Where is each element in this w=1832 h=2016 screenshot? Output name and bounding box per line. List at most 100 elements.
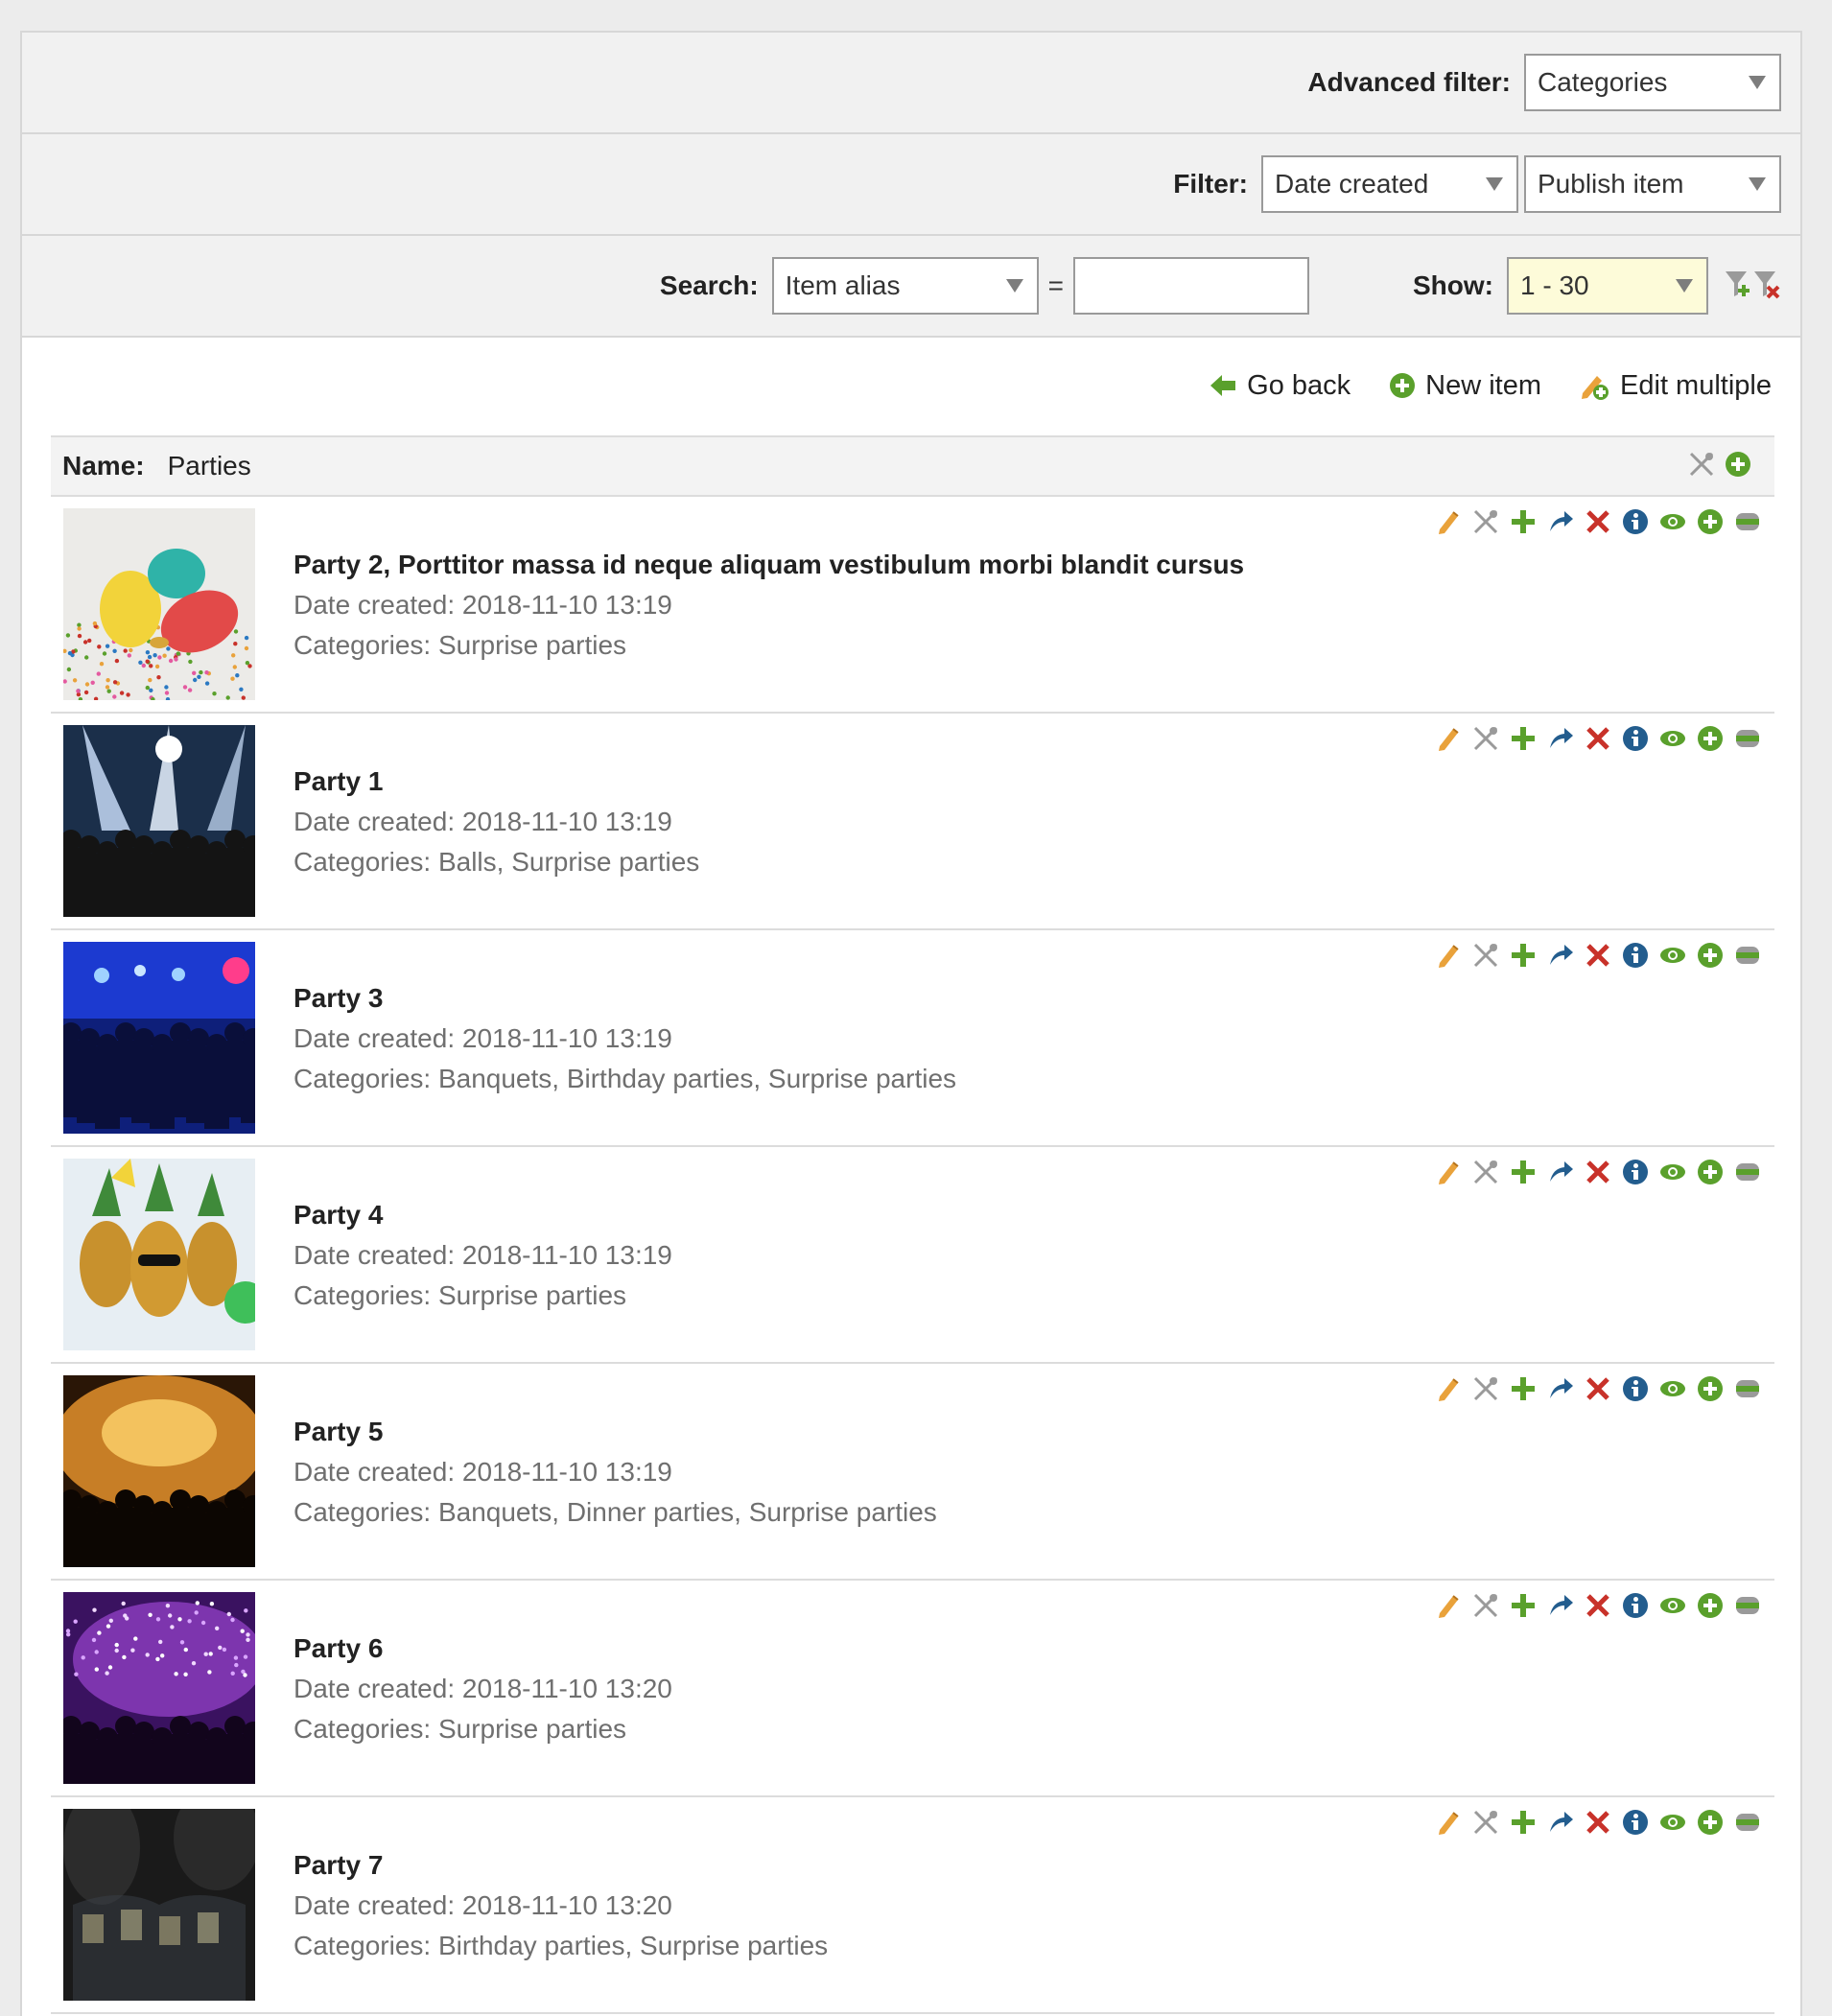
info-icon[interactable]	[1622, 725, 1649, 752]
eye-icon[interactable]	[1659, 1592, 1686, 1619]
info-icon[interactable]	[1622, 1159, 1649, 1185]
edit-multiple-button[interactable]: Edit multiple	[1580, 370, 1772, 402]
move-arrow-icon[interactable]	[1547, 1159, 1574, 1185]
minus-bar-icon[interactable]	[1734, 942, 1761, 969]
search-input[interactable]	[1073, 257, 1309, 315]
show-range-select[interactable]: 1 - 30	[1507, 257, 1708, 315]
delete-icon[interactable]	[1585, 1809, 1611, 1836]
add-filter-icon[interactable]	[1724, 270, 1752, 302]
add-circle-icon[interactable]	[1697, 1159, 1724, 1185]
item-thumbnail[interactable]	[63, 1592, 255, 1784]
minus-bar-icon[interactable]	[1734, 508, 1761, 535]
move-arrow-icon[interactable]	[1547, 942, 1574, 969]
thumbnail-image	[63, 725, 255, 917]
tools-icon[interactable]	[1472, 942, 1499, 969]
tools-icon[interactable]	[1472, 508, 1499, 535]
new-item-button[interactable]: New item	[1389, 370, 1541, 402]
tools-icon[interactable]	[1472, 1592, 1499, 1619]
item-title[interactable]: Party 1	[294, 762, 699, 802]
list-item[interactable]: Party 4 Date created: 2018-11-10 13:19 C…	[51, 1147, 1774, 1364]
add-circle-icon[interactable]	[1697, 508, 1724, 535]
item-thumbnail[interactable]	[63, 942, 255, 1134]
minus-bar-icon[interactable]	[1734, 1375, 1761, 1402]
plus-icon[interactable]	[1510, 1592, 1537, 1619]
search-field-select[interactable]: Item alias	[771, 257, 1039, 315]
filter-select-date[interactable]: Date created	[1261, 155, 1518, 213]
tools-icon[interactable]	[1472, 1375, 1499, 1402]
filter-actions	[1724, 270, 1781, 302]
info-icon[interactable]	[1622, 1809, 1649, 1836]
pencil-icon[interactable]	[1435, 942, 1462, 969]
eye-icon[interactable]	[1659, 508, 1686, 535]
plus-icon[interactable]	[1510, 1809, 1537, 1836]
move-arrow-icon[interactable]	[1547, 725, 1574, 752]
add-circle-icon[interactable]	[1697, 942, 1724, 969]
tools-icon[interactable]	[1472, 1159, 1499, 1185]
plus-icon[interactable]	[1510, 1375, 1537, 1402]
item-thumbnail[interactable]	[63, 508, 255, 700]
minus-bar-icon[interactable]	[1734, 1592, 1761, 1619]
info-icon[interactable]	[1622, 942, 1649, 969]
item-thumbnail[interactable]	[63, 1159, 255, 1350]
move-arrow-icon[interactable]	[1547, 508, 1574, 535]
tools-icon[interactable]	[1472, 1809, 1499, 1836]
eye-icon[interactable]	[1659, 725, 1686, 752]
item-info: Party 6 Date created: 2018-11-10 13:20 C…	[294, 1629, 672, 1749]
list-item[interactable]: Party 7 Date created: 2018-11-10 13:20 C…	[51, 1797, 1774, 2014]
item-title[interactable]: Party 5	[294, 1412, 937, 1452]
clear-filter-icon[interactable]	[1752, 270, 1781, 302]
item-title[interactable]: Party 4	[294, 1195, 672, 1235]
item-title[interactable]: Party 7	[294, 1845, 828, 1886]
plus-icon[interactable]	[1510, 725, 1537, 752]
add-circle-icon[interactable]	[1697, 1375, 1724, 1402]
delete-icon[interactable]	[1585, 1159, 1611, 1185]
add-circle-icon[interactable]	[1697, 725, 1724, 752]
delete-icon[interactable]	[1585, 942, 1611, 969]
delete-icon[interactable]	[1585, 725, 1611, 752]
filter-select-publish[interactable]: Publish item	[1524, 155, 1781, 213]
add-circle-icon[interactable]	[1697, 1809, 1724, 1836]
pencil-icon[interactable]	[1435, 1809, 1462, 1836]
eye-icon[interactable]	[1659, 1159, 1686, 1185]
list-item[interactable]: Party 5 Date created: 2018-11-10 13:19 C…	[51, 1364, 1774, 1581]
move-arrow-icon[interactable]	[1547, 1375, 1574, 1402]
advanced-filter-select[interactable]: Categories	[1524, 54, 1781, 111]
pencil-icon[interactable]	[1435, 508, 1462, 535]
pencil-icon[interactable]	[1435, 725, 1462, 752]
delete-icon[interactable]	[1585, 1592, 1611, 1619]
plus-icon[interactable]	[1510, 508, 1537, 535]
plus-icon[interactable]	[1510, 1159, 1537, 1185]
move-arrow-icon[interactable]	[1547, 1592, 1574, 1619]
delete-icon[interactable]	[1585, 508, 1611, 535]
item-thumbnail[interactable]	[63, 1375, 255, 1567]
plus-icon[interactable]	[1510, 942, 1537, 969]
info-icon[interactable]	[1622, 1375, 1649, 1402]
item-thumbnail[interactable]	[63, 1809, 255, 2001]
item-thumbnail[interactable]	[63, 725, 255, 917]
pencil-icon[interactable]	[1435, 1592, 1462, 1619]
go-back-button[interactable]: Go back	[1209, 370, 1351, 402]
list-item[interactable]: Party 2, Porttitor massa id neque aliqua…	[51, 497, 1774, 714]
eye-icon[interactable]	[1659, 942, 1686, 969]
add-circle-icon[interactable]	[1725, 451, 1751, 478]
delete-icon[interactable]	[1585, 1375, 1611, 1402]
tools-icon[interactable]	[1472, 725, 1499, 752]
tools-icon[interactable]	[1688, 451, 1715, 478]
info-icon[interactable]	[1622, 1592, 1649, 1619]
add-circle-icon[interactable]	[1697, 1592, 1724, 1619]
list-item[interactable]: Party 6 Date created: 2018-11-10 13:20 C…	[51, 1581, 1774, 1797]
info-icon[interactable]	[1622, 508, 1649, 535]
eye-icon[interactable]	[1659, 1809, 1686, 1836]
list-item[interactable]: Party 1 Date created: 2018-11-10 13:19 C…	[51, 714, 1774, 930]
item-title[interactable]: Party 3	[294, 978, 956, 1019]
pencil-icon[interactable]	[1435, 1375, 1462, 1402]
pencil-icon[interactable]	[1435, 1159, 1462, 1185]
item-title[interactable]: Party 2, Porttitor massa id neque aliqua…	[294, 545, 1244, 585]
move-arrow-icon[interactable]	[1547, 1809, 1574, 1836]
list-item[interactable]: Party 3 Date created: 2018-11-10 13:19 C…	[51, 930, 1774, 1147]
eye-icon[interactable]	[1659, 1375, 1686, 1402]
minus-bar-icon[interactable]	[1734, 1809, 1761, 1836]
item-title[interactable]: Party 6	[294, 1629, 672, 1669]
minus-bar-icon[interactable]	[1734, 725, 1761, 752]
minus-bar-icon[interactable]	[1734, 1159, 1761, 1185]
